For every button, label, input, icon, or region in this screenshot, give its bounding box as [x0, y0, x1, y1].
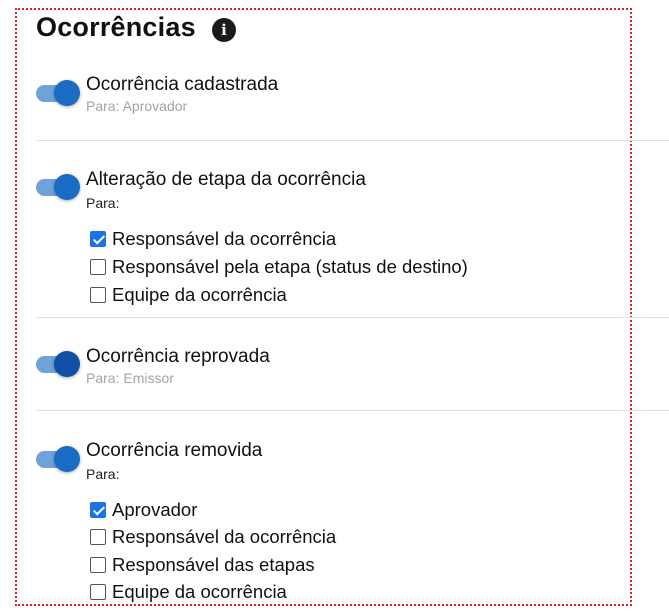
- notification-label: Ocorrência cadastrada: [86, 74, 279, 95]
- toggle-knob: [54, 80, 80, 106]
- toggle-knob: [54, 174, 80, 200]
- section-title: Ocorrências: [36, 12, 196, 42]
- notification-recipients: Para: Emissor: [86, 370, 174, 386]
- checkbox-aprovador[interactable]: Aprovador: [90, 499, 197, 521]
- notification-label: Ocorrência removida: [86, 440, 263, 461]
- checkbox-responsavel-etapas[interactable]: Responsável das etapas: [90, 554, 315, 576]
- toggle-knob: [54, 351, 80, 377]
- checkbox-label: Responsável da ocorrência: [112, 228, 337, 249]
- notification-label: Alteração de etapa da ocorrência: [86, 169, 366, 190]
- toggle-ocorrencia-reprovada[interactable]: [34, 350, 80, 380]
- checkbox-unchecked-icon[interactable]: [90, 584, 106, 600]
- divider: [36, 140, 669, 141]
- notification-recipients: Para: Aprovador: [86, 98, 188, 114]
- divider: [36, 317, 669, 318]
- toggle-knob: [54, 446, 80, 472]
- checkbox-equipe-ocorrencia[interactable]: Equipe da ocorrência: [90, 284, 287, 306]
- checkbox-label: Responsável pela etapa (status de destin…: [112, 256, 468, 277]
- checkbox-checked-icon[interactable]: [90, 231, 106, 247]
- divider: [36, 410, 669, 411]
- toggle-alteracao-etapa[interactable]: [34, 173, 80, 203]
- checkbox-label: Equipe da ocorrência: [112, 581, 287, 602]
- notification-recipients: Para:: [86, 195, 120, 211]
- notification-label: Ocorrência reprovada: [86, 346, 270, 367]
- checkbox-checked-icon[interactable]: [90, 502, 106, 518]
- toggle-ocorrencia-removida[interactable]: [34, 445, 80, 475]
- checkbox-unchecked-icon[interactable]: [90, 287, 106, 303]
- checkbox-label: Responsável das etapas: [112, 554, 315, 575]
- checkbox-unchecked-icon[interactable]: [90, 529, 106, 545]
- checkbox-responsavel-ocorrencia[interactable]: Responsável da ocorrência: [90, 228, 336, 250]
- notification-recipients: Para:: [86, 466, 120, 482]
- checkbox-unchecked-icon[interactable]: [90, 259, 106, 275]
- info-icon[interactable]: i: [212, 18, 236, 42]
- checkbox-label: Responsável da ocorrência: [112, 526, 337, 547]
- checkbox-label: Aprovador: [112, 499, 198, 520]
- checkbox-responsavel-ocorrencia[interactable]: Responsável da ocorrência: [90, 526, 336, 548]
- checkbox-label: Equipe da ocorrência: [112, 284, 287, 305]
- checkbox-equipe-ocorrencia[interactable]: Equipe da ocorrência: [90, 581, 287, 603]
- checkbox-unchecked-icon[interactable]: [90, 557, 106, 573]
- toggle-ocorrencia-cadastrada[interactable]: [34, 79, 80, 109]
- checkbox-responsavel-etapa[interactable]: Responsável pela etapa (status de destin…: [90, 256, 468, 278]
